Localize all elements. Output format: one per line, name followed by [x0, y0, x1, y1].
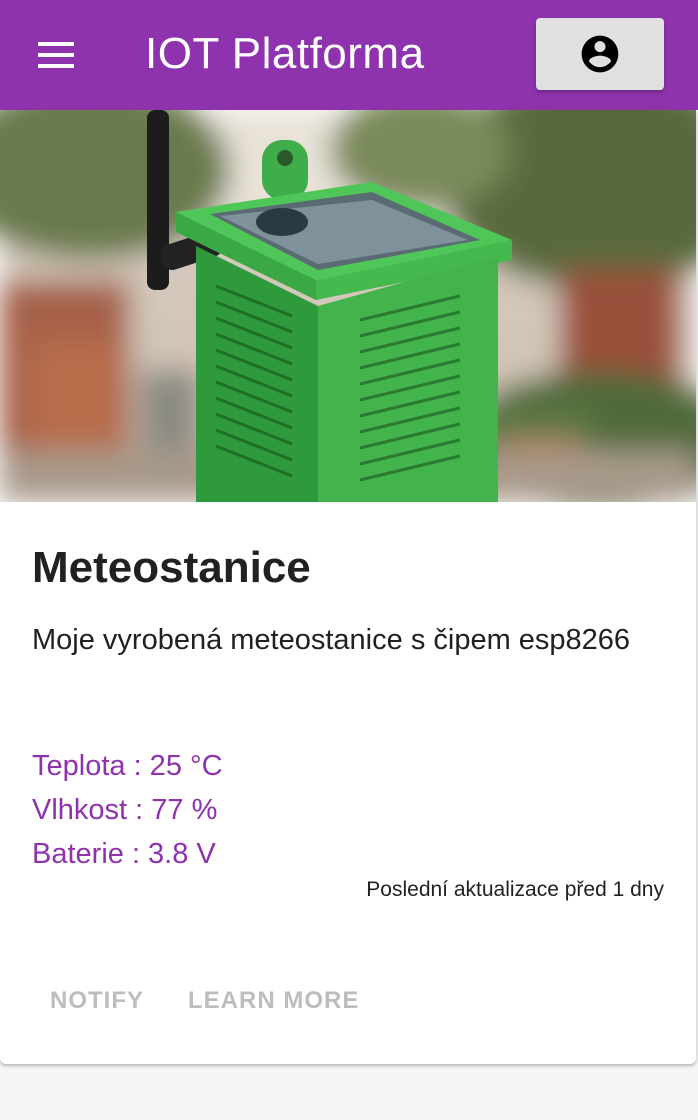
device-card: Meteostanice Moje vyrobená meteostanice … — [0, 110, 696, 1064]
account-button[interactable] — [536, 18, 664, 90]
card-title: Meteostanice — [32, 543, 311, 592]
account-circle-icon — [581, 35, 619, 73]
app-bar: IOT Platforma — [0, 0, 698, 110]
battery-reading: Baterie : 3.8 V — [32, 838, 216, 870]
humidity-reading: Vlhkost : 77 % — [32, 794, 218, 826]
device-image — [0, 110, 696, 502]
menu-button[interactable] — [28, 29, 84, 81]
menu-icon — [38, 42, 74, 46]
app-title: IOT Platforma — [145, 29, 425, 78]
sensor-readings: Teplota : 25 °C Vlhkost : 77 % Baterie :… — [32, 744, 223, 876]
learn-more-button[interactable]: LEARN MORE — [170, 978, 377, 1024]
temperature-reading: Teplota : 25 °C — [32, 750, 223, 782]
last-update-text: Poslední aktualizace před 1 dny — [366, 878, 664, 901]
card-description: Moje vyrobená meteostanice s čipem esp82… — [32, 624, 631, 656]
card-actions: NOTIFY LEARN MORE — [32, 978, 385, 1024]
notify-button[interactable]: NOTIFY — [32, 978, 162, 1024]
